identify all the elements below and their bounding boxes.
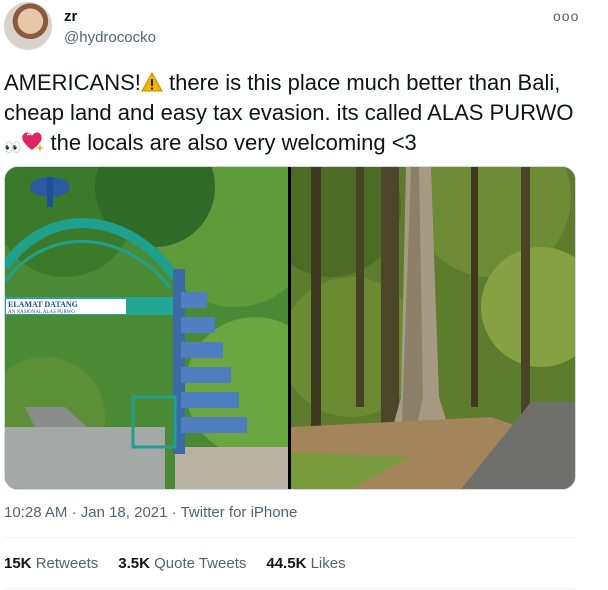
tweet-text: AMERICANS! there is this place much bett… [4,68,574,158]
forest-road-illustration [291,167,575,489]
tweet-text-part-1: AMERICANS! [4,70,141,95]
source-label[interactable]: Twitter for iPhone [181,504,298,521]
timestamp-time[interactable]: 10:28 AM [4,504,67,521]
meta-separator-2: · [171,504,181,521]
photo-forest-road[interactable] [291,167,575,489]
photo-park-gate[interactable]: ELAMAT DATANG AN NASIONAL ALAS PURWO [5,167,288,489]
likes-count: 44.5K [266,555,307,572]
more-options-icon[interactable]: ooo [553,8,579,24]
avatar[interactable] [4,2,52,50]
likes-stat[interactable]: 44.5K Likes [266,555,345,572]
engagement-stats: 15K Retweets 3.5K Quote Tweets 44.5K Lik… [4,555,346,572]
quote-tweets-label: Quote Tweets [154,555,247,572]
park-gate-illustration: ELAMAT DATANG AN NASIONAL ALAS PURWO [5,167,288,489]
quote-tweets-count: 3.5K [118,555,150,572]
park-sign-line-1: ELAMAT DATANG [8,300,78,309]
retweets-stat[interactable]: 15K Retweets [4,555,98,572]
display-name[interactable]: zr [64,8,77,25]
likes-label: Likes [310,555,346,572]
user-handle[interactable]: @hydrocockо [64,29,156,46]
quote-tweets-stat[interactable]: 3.5K Quote Tweets [118,555,246,572]
sparkling-heart-emoji-icon [20,130,45,156]
eyes-emoji-icon: 👀 [4,139,21,155]
divider-top [4,537,574,538]
divider-bottom [4,588,574,589]
media-grid: ELAMAT DATANG AN NASIONAL ALAS PURWO [4,166,576,490]
warning-emoji-icon [141,71,163,96]
tweet-metadata: 10:28 AM · Jan 18, 2021 · Twitter for iP… [4,504,297,521]
retweets-count: 15K [4,555,32,572]
timestamp-date[interactable]: Jan 18, 2021 [81,504,168,521]
tweet-text-part-3: the locals are also very welcoming <3 [44,130,417,155]
meta-separator: · [71,504,81,521]
retweets-label: Retweets [35,555,99,572]
park-sign-line-2: AN NASIONAL ALAS PURWO [8,310,75,315]
tweet: zr @hydrocockо ooo AMERICANS! there is t… [0,0,590,590]
